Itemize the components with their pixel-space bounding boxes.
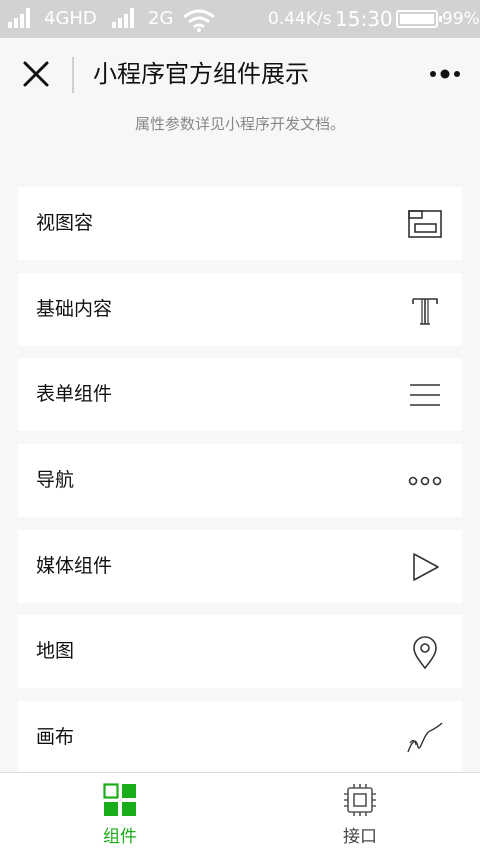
list-item-label: 基础内容: [36, 297, 113, 320]
nav-divider: [72, 57, 74, 93]
tab-bar: 组件 接口: [0, 772, 480, 854]
list-item-view-container[interactable]: 视图容: [18, 187, 462, 260]
chip-icon: [344, 784, 376, 816]
status-bar: 4GHD 2G 0.44K/s 15:30 99%: [0, 0, 480, 38]
tab-components[interactable]: 组件: [60, 773, 180, 854]
list-item-navigation[interactable]: 导航: [18, 444, 462, 518]
list-item-map[interactable]: 地图: [18, 615, 462, 689]
view-container-icon: [408, 210, 442, 238]
list-item-basic-content[interactable]: 基础内容: [18, 272, 462, 346]
components-grid-icon: [103, 783, 136, 816]
list-item-label: 地图: [36, 640, 75, 663]
network-label: 4GHD: [44, 8, 97, 29]
component-list: 视图容 基础内容 表单组件 导航 媒体组件 地图 画布: [18, 187, 462, 787]
list-item-label: 媒体组件: [36, 554, 113, 577]
list-item-label: 画布: [36, 726, 75, 749]
clock: 15:30: [335, 7, 393, 31]
location-pin-icon: [413, 636, 437, 670]
signal-icon: [8, 8, 30, 28]
page-title: 小程序官方组件展示: [93, 60, 309, 88]
tab-api[interactable]: 接口: [300, 773, 420, 854]
list-item-media-components[interactable]: 媒体组件: [18, 529, 462, 603]
form-lines-icon: [410, 384, 440, 407]
tab-label: 接口: [343, 827, 377, 847]
battery-level: 99%: [442, 9, 480, 29]
battery-icon: [396, 10, 442, 28]
canvas-curve-icon: [407, 722, 443, 753]
tab-label: 组件: [103, 827, 137, 847]
network-label-2: 2G: [148, 8, 174, 29]
nav-bar: 小程序官方组件展示: [0, 38, 480, 110]
signal-icon-2: [112, 8, 134, 28]
list-item-label: 视图容: [36, 212, 94, 234]
list-item-canvas[interactable]: 画布: [18, 701, 462, 775]
text-icon: [412, 297, 438, 325]
play-icon: [413, 552, 439, 581]
dots-icon: [408, 476, 442, 486]
list-item-label: 表单组件: [36, 383, 113, 406]
list-item-label: 导航: [36, 469, 75, 492]
network-speed: 0.44K/s: [268, 9, 332, 29]
wifi-icon: [183, 9, 215, 32]
more-icon[interactable]: [428, 66, 462, 82]
list-item-form-components[interactable]: 表单组件: [18, 358, 462, 432]
page-subtitle: 属性参数详见小程序开发文档。: [134, 115, 345, 133]
close-icon[interactable]: [20, 58, 52, 90]
